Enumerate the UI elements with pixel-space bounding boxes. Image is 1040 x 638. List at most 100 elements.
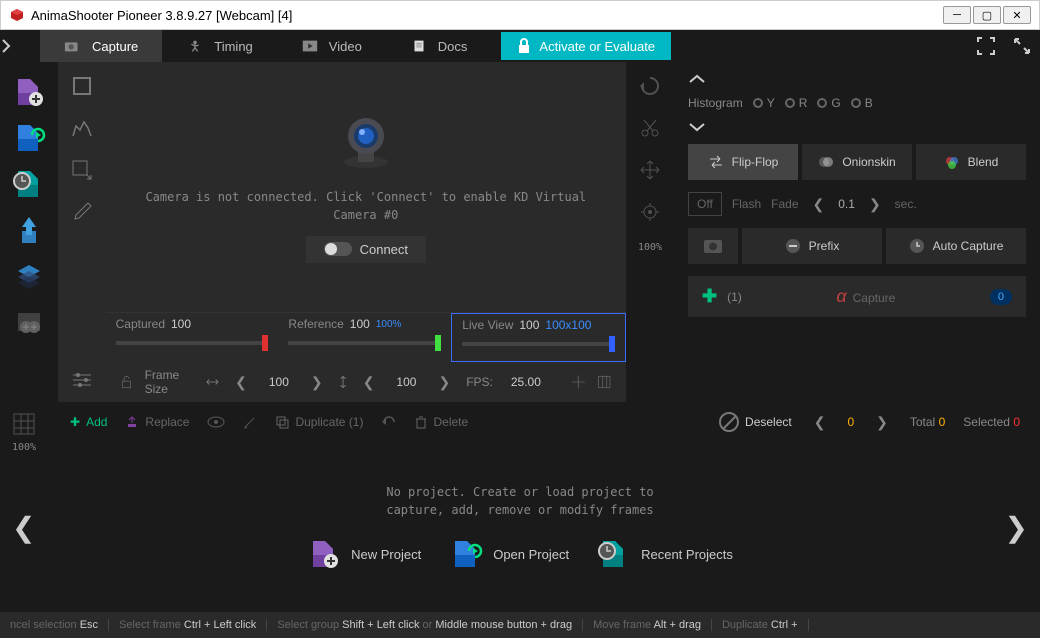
flash-label: Flash [732,197,761,211]
height-dec[interactable]: ❮ [359,374,379,391]
mode-onionskin[interactable]: Onionskin [802,144,912,180]
autocapture-button[interactable]: Auto Capture [886,228,1026,264]
trash-icon [415,415,427,429]
maximize-button[interactable]: ▢ [973,6,1001,24]
layers-icon[interactable] [11,258,47,294]
mode-blend[interactable]: Blend [916,144,1026,180]
delete-button[interactable]: Delete [415,415,468,429]
rotate-icon[interactable] [638,74,662,98]
crop-icon[interactable] [70,74,94,98]
onionskin-icon [818,154,834,170]
connect-button[interactable]: Connect [306,236,426,263]
tab-docs[interactable]: Docs [386,30,492,62]
histogram-g[interactable]: G [817,96,840,110]
frame-width[interactable]: 100 [263,375,295,389]
minimize-button[interactable]: ─ [943,6,971,24]
alpha-icon: α [836,286,846,306]
recent-projects-icon[interactable] [11,166,47,202]
focus-icon[interactable] [638,200,662,224]
add-icon: ✚ [70,415,80,429]
add-button[interactable]: ✚Add [70,415,107,429]
action-row: ✚Add Replace Duplicate (1) Delete Desele… [0,402,1040,442]
width-inc[interactable]: ❯ [307,374,327,391]
eyedropper-icon[interactable] [70,200,94,224]
current-frame: 0 [847,415,854,429]
activate-label: Activate or Evaluate [539,39,655,54]
height-inc[interactable]: ❯ [434,374,454,391]
camera-mode-button[interactable] [688,228,738,264]
activate-button[interactable]: Activate or Evaluate [501,32,671,60]
timeline-prev[interactable]: ❮ [12,511,35,544]
panel-up-icon[interactable] [688,74,1026,84]
histogram-r[interactable]: R [785,96,808,110]
timeline: ❮ No project. Create or load project to … [0,442,1040,612]
expand-icon[interactable] [1012,36,1032,56]
grid-icon[interactable] [12,412,36,436]
frame-height[interactable]: 100 [390,375,422,389]
new-project-icon[interactable] [11,74,47,110]
width-icon [206,377,219,387]
camera-preview: Camera is not connected. Click 'Connect'… [106,62,626,312]
camera-message: Camera is not connected. Click 'Connect'… [106,188,626,224]
undo-icon[interactable] [381,415,397,429]
fade-inc[interactable]: ❯ [865,196,885,213]
eye-icon[interactable] [207,416,225,428]
titlebar: AnimaShooter Pioneer 3.8.9.27 [Webcam] [… [0,0,1040,30]
nav-expand-icon[interactable] [0,38,40,54]
fade-dec[interactable]: ❮ [809,196,829,213]
frame-prev[interactable]: ❮ [810,414,830,431]
histogram-icon[interactable] [70,116,94,140]
brush-icon[interactable] [243,415,257,429]
open-project-button[interactable]: Open Project [449,537,569,571]
captured-slider[interactable]: Captured 100 [106,313,279,362]
crosshair-icon[interactable] [571,373,586,391]
liveview-slider[interactable]: Live View 100 100x100 [451,313,626,362]
flash-off-button[interactable]: Off [688,192,722,216]
tab-video[interactable]: Video [277,30,386,62]
move-icon[interactable] [638,158,662,182]
new-project-button[interactable]: New Project [307,537,421,571]
frame-next[interactable]: ❯ [872,414,892,431]
prefix-button[interactable]: Prefix [742,228,882,264]
window-title: AnimaShooter Pioneer 3.8.9.27 [Webcam] [… [31,8,943,23]
capture-button[interactable]: αCapture [752,286,980,307]
histogram-b[interactable]: B [851,96,873,110]
close-button[interactable]: ✕ [1003,6,1031,24]
duplicate-icon [275,415,289,429]
replace-button[interactable]: Replace [125,415,189,429]
fullscreen-frame-icon[interactable] [976,36,996,56]
side-zoom-label: 100% [638,242,662,253]
fade-value[interactable]: 0.1 [838,197,855,211]
duplicate-button[interactable]: Duplicate (1) [275,415,363,429]
panel-down-icon[interactable] [688,122,1026,132]
settings-icon[interactable] [11,304,47,340]
main-area: Camera is not connected. Click 'Connect'… [0,62,1040,402]
tab-capture[interactable]: Capture [40,30,162,62]
sliders-icon[interactable] [70,368,94,392]
fade-label: Fade [771,197,798,211]
statusbar: ncel selection Esc Select frame Ctrl + L… [0,612,1040,638]
plus-icon[interactable]: ✚ [702,286,717,307]
open-project-icon[interactable] [11,120,47,156]
histogram-row: Histogram Y R G B [688,96,1026,110]
width-dec[interactable]: ❮ [231,374,251,391]
timeline-next[interactable]: ❯ [1005,511,1028,544]
scissors-icon[interactable] [638,116,662,140]
resize-icon[interactable] [70,158,94,182]
import-icon[interactable] [11,212,47,248]
histogram-y[interactable]: Y [753,96,775,110]
fade-unit: sec. [895,197,917,211]
side-tools: 100% [626,62,674,402]
grid-toggle-icon[interactable] [597,373,612,391]
capture-badge: 0 [990,289,1012,305]
tab-timing[interactable]: Timing [162,30,277,62]
fps-value[interactable]: 25.00 [505,375,547,389]
unlock-icon[interactable] [120,374,133,390]
lock-icon [517,38,531,54]
deselect-button[interactable]: Deselect [719,412,792,432]
reference-slider[interactable]: Reference 100 100% [278,313,451,362]
recent-projects-button[interactable]: Recent Projects [597,537,733,571]
recent-projects-tl-icon [597,537,631,571]
mode-flipflop[interactable]: Flip-Flop [688,144,798,180]
camera-icon [64,39,82,53]
